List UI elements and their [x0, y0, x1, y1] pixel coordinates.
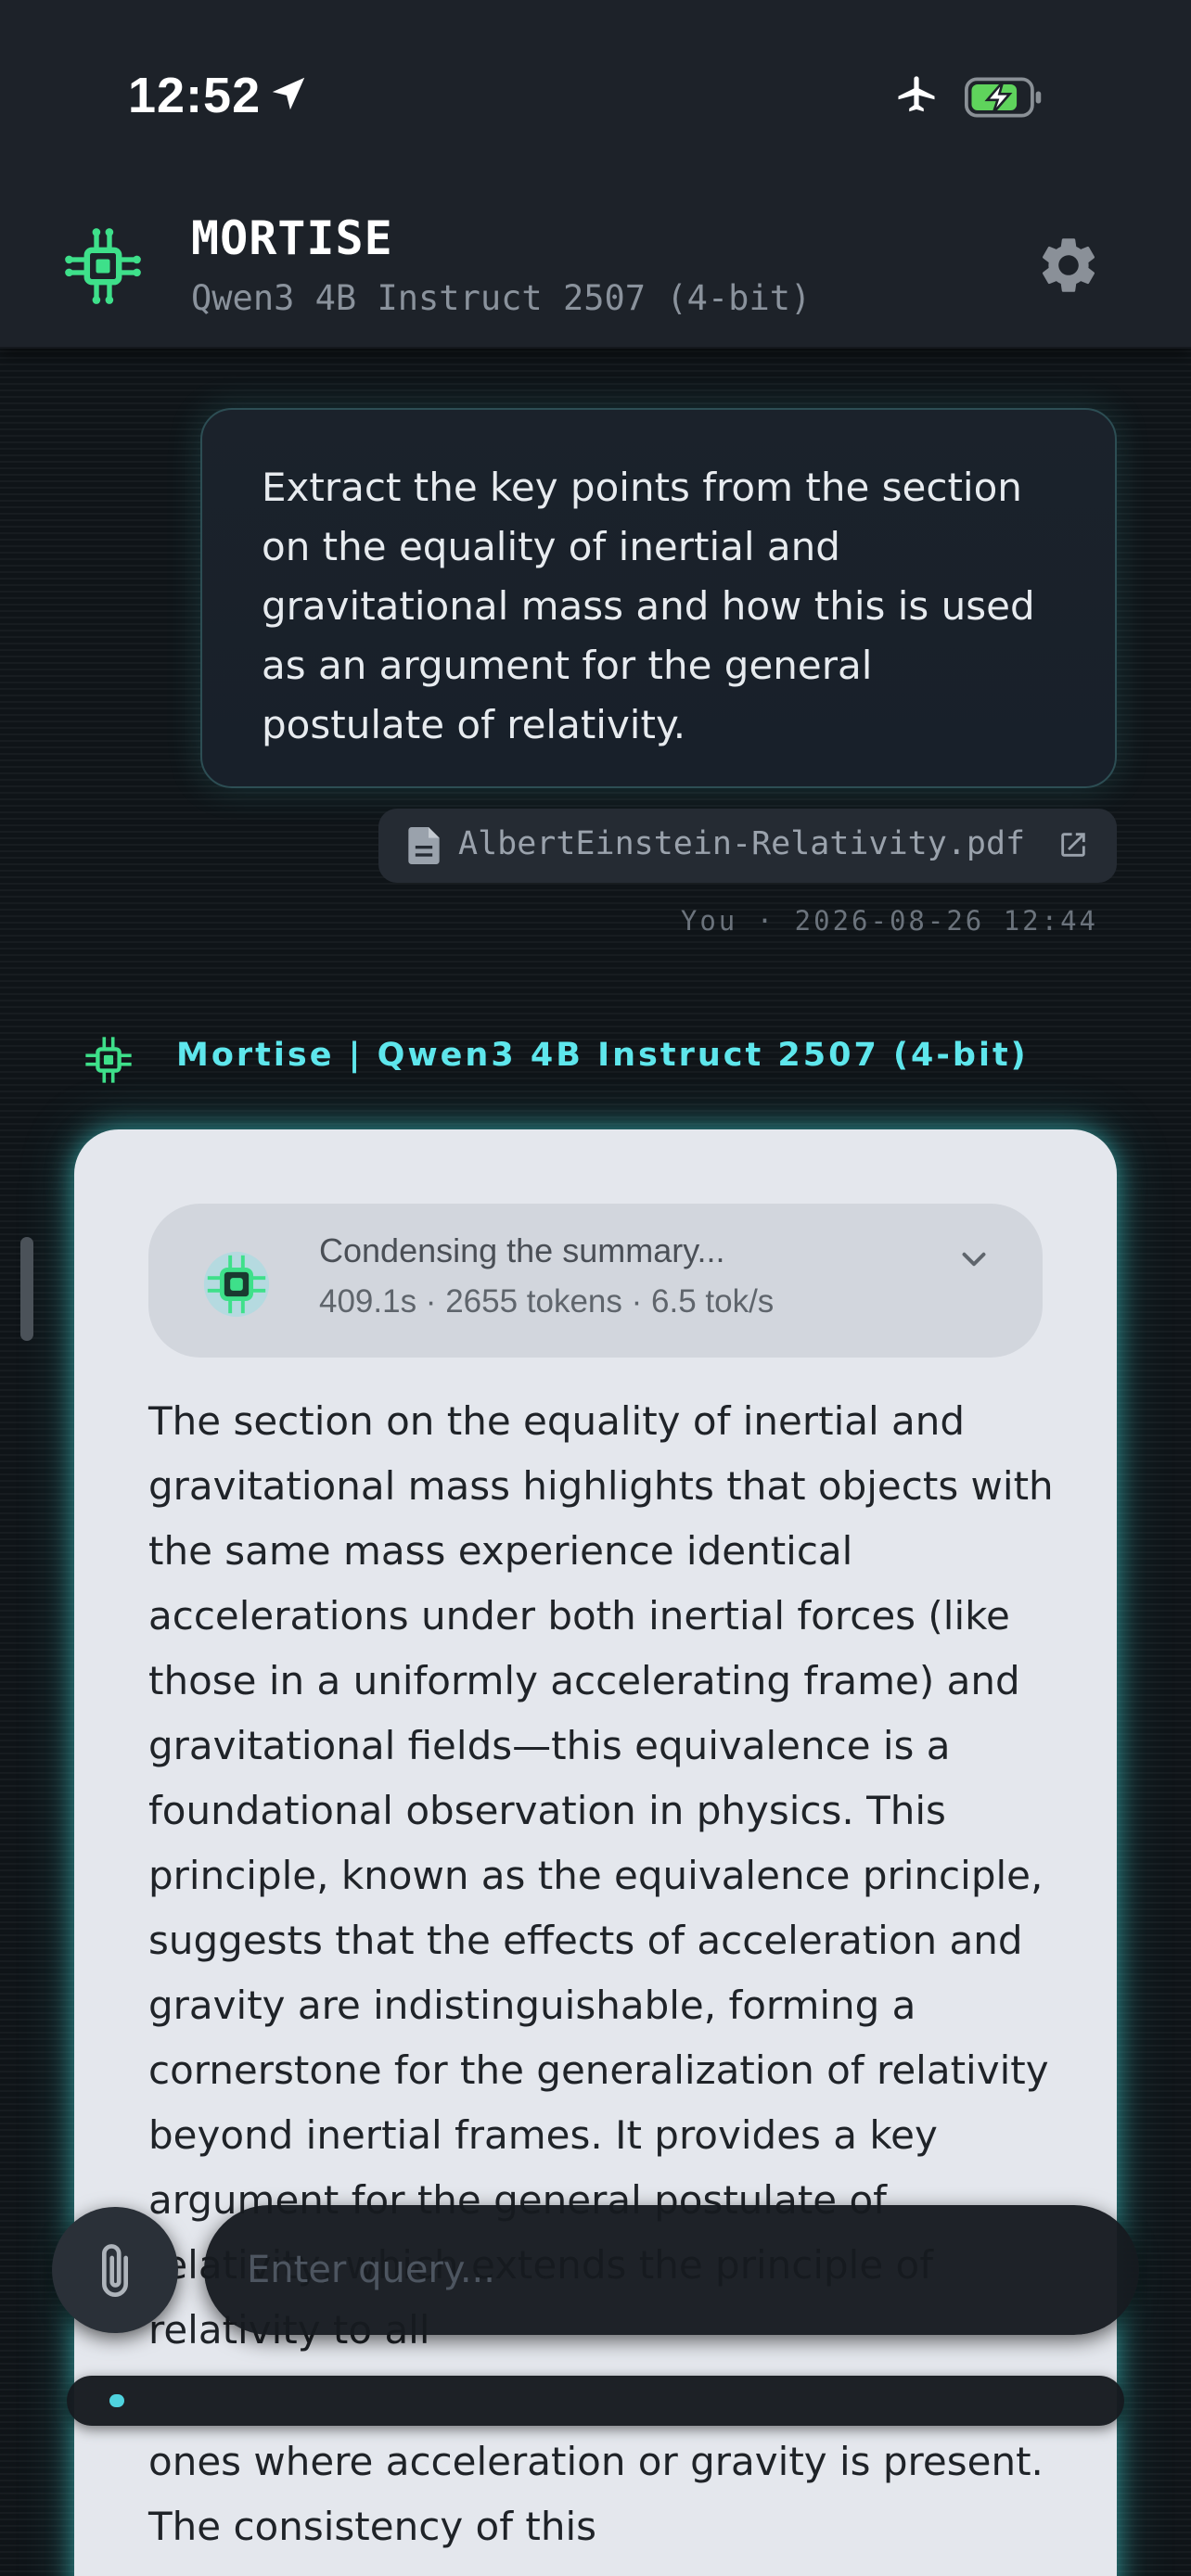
- user-message-text: Extract the key points from the section …: [262, 465, 1035, 747]
- open-external-icon: [1061, 833, 1085, 857]
- battery-charging-icon: [965, 77, 1042, 118]
- app-screen: 12:52 MORTISE Qwen3 4B Instruct 2507 (4-…: [0, 0, 1191, 2576]
- assistant-header: Mortise | Qwen3 4B Instruct 2507 (4-bit): [176, 1037, 1029, 1074]
- chip-icon: [65, 228, 141, 304]
- model-subtitle: Qwen3 4B Instruct 2507 (4-bit): [191, 278, 812, 318]
- gear-icon[interactable]: [1035, 232, 1102, 299]
- location-arrow-icon: [272, 77, 305, 110]
- progress-indicator: [109, 2394, 124, 2407]
- airplane-icon: [898, 76, 935, 112]
- top-bar: 12:52 MORTISE Qwen3 4B Instruct 2507 (4-…: [0, 0, 1191, 349]
- paperclip-icon: [102, 2244, 129, 2297]
- scroll-progress-bar: [67, 2376, 1124, 2426]
- assistant-message-card: Condensing the summary... 409.1s · 2655 …: [74, 1129, 1117, 2576]
- document-icon: [408, 827, 440, 864]
- app-title: MORTISE: [191, 211, 393, 265]
- thinking-status-toggle[interactable]: Condensing the summary... 409.1s · 2655 …: [148, 1204, 1043, 1358]
- attach-button[interactable]: [52, 2207, 178, 2333]
- query-input[interactable]: [204, 2205, 1139, 2335]
- attachment-chip[interactable]: AlbertEinstein-Relativity.pdf: [378, 809, 1117, 883]
- user-message-bubble: Extract the key points from the section …: [200, 408, 1117, 788]
- user-message-meta: You · 2026-08-26 12:44: [680, 905, 1098, 937]
- scrollbar-thumb[interactable]: [20, 1237, 33, 1341]
- chip-icon: [203, 1251, 270, 1318]
- chip-icon: [85, 1037, 132, 1083]
- assistant-response-continued: ones where acceleration or gravity is pr…: [148, 2439, 1044, 2549]
- generation-stats: 409.1s · 2655 tokens · 6.5 tok/s: [319, 1283, 775, 1320]
- chevron-down-icon: [962, 1252, 986, 1267]
- attachment-filename: AlbertEinstein-Relativity.pdf: [458, 825, 1026, 862]
- status-time: 12:52: [128, 68, 262, 123]
- thinking-status-text: Condensing the summary...: [319, 1231, 725, 1269]
